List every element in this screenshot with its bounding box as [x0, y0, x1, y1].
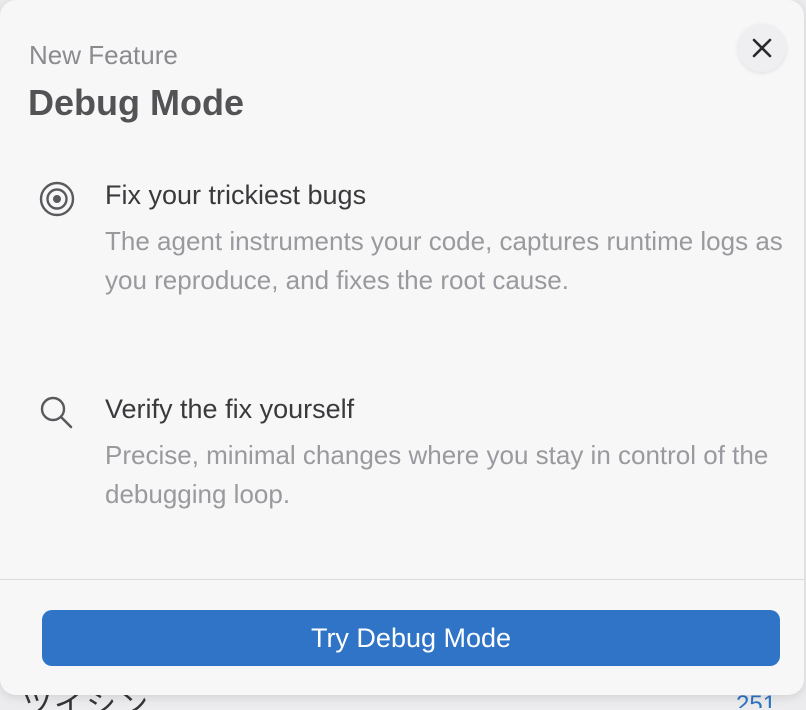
feature-title: Verify the fix yourself — [105, 394, 355, 424]
close-icon — [752, 38, 772, 58]
feature-announcement-dialog: New Feature Debug Mode Fix your trickies… — [0, 0, 804, 695]
target-icon — [39, 181, 75, 217]
footer-divider — [0, 579, 804, 580]
feature-title: Fix your trickiest bugs — [105, 180, 367, 210]
dialog-title: Debug Mode — [28, 82, 244, 123]
try-debug-mode-button[interactable]: Try Debug Mode — [42, 610, 780, 666]
search-icon — [40, 396, 73, 429]
feature-description: The agent instruments your code, capture… — [105, 226, 783, 295]
feature-description: Precise, minimal changes where you stay … — [105, 440, 769, 509]
close-button[interactable] — [738, 24, 786, 72]
dialog-eyebrow: New Feature — [29, 40, 178, 70]
